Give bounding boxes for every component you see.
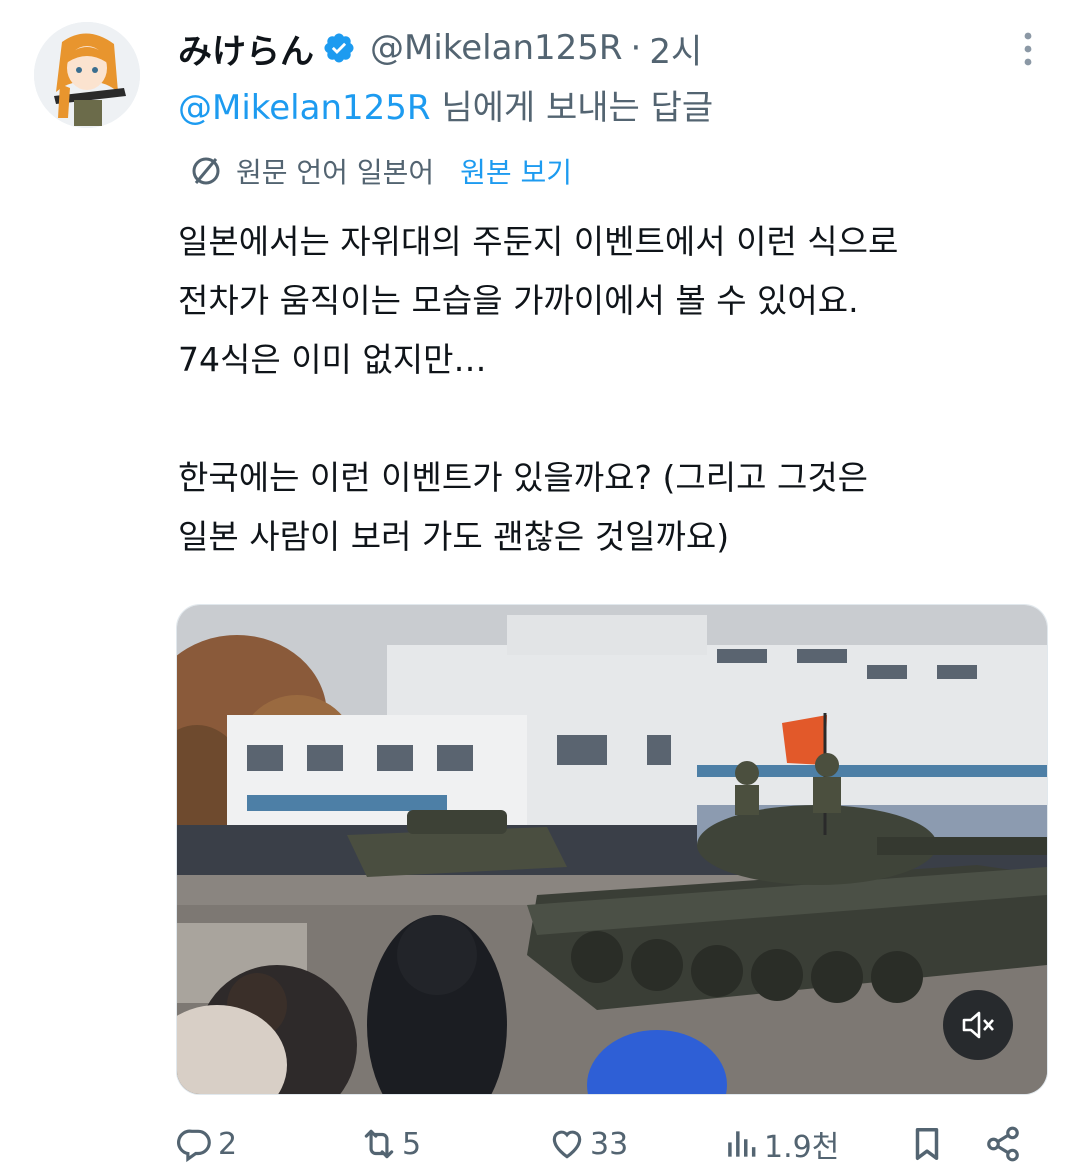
more-options-icon[interactable] xyxy=(1020,30,1036,68)
show-original-link[interactable]: 원본 보기 xyxy=(460,151,572,191)
repost-button[interactable]: 5 xyxy=(360,1118,421,1170)
view-count: 1.9천 xyxy=(764,1130,840,1165)
tweet-line xyxy=(178,389,1058,448)
bookmark-icon xyxy=(915,1128,939,1160)
reply-button[interactable]: 2 xyxy=(176,1118,237,1170)
reply-suffix: 님에게 보내는 답글 xyxy=(430,88,714,128)
mute-button[interactable] xyxy=(943,990,1013,1060)
video-frame xyxy=(177,605,1047,1094)
share-button[interactable] xyxy=(984,1118,1022,1170)
tweet-line: 일본에서는 자위대의 주둔지 이벤트에서 이런 식으로 xyxy=(178,222,899,261)
tweet-line: 한국에는 이런 이벤트가 있을까요? (그리고 그것은 xyxy=(178,458,869,497)
tweet-line: 일본 사람이 보러 가도 괜찮은 것일까요) xyxy=(178,517,730,556)
translation-bar: 원문 언어 일본어 원본 보기 xyxy=(188,148,572,194)
share-icon xyxy=(987,1126,1019,1162)
tweet-line: 전차가 움직이는 모습을 가까이에서 볼 수 있어요. xyxy=(178,281,859,320)
repost-icon xyxy=(364,1129,394,1159)
source-language-label: 원문 언어 일본어 xyxy=(236,156,435,189)
separator-dot: · xyxy=(630,28,642,68)
like-count: 33 xyxy=(590,1126,629,1162)
speaker-muted-icon xyxy=(962,1011,994,1039)
action-bar: 2 5 33 1.9천 xyxy=(176,1118,1036,1170)
display-name[interactable]: みけらん xyxy=(178,24,314,73)
bookmark-button[interactable] xyxy=(908,1118,946,1170)
author-handle[interactable]: @Mikelan125R xyxy=(370,28,623,68)
replying-to: @Mikelan125R 님에게 보내는 답글 xyxy=(178,80,713,129)
avatar[interactable] xyxy=(34,22,140,128)
repost-count: 5 xyxy=(402,1126,422,1162)
reply-count: 2 xyxy=(218,1126,238,1162)
like-button[interactable]: 33 xyxy=(548,1118,628,1170)
verified-badge-icon xyxy=(324,33,354,63)
views-button[interactable]: 1.9천 xyxy=(722,1118,839,1170)
translate-globe-icon xyxy=(192,157,220,185)
heart-icon xyxy=(552,1130,582,1159)
tweet-header: みけらん @Mikelan125R · 2시 xyxy=(178,24,702,72)
analytics-bars-icon xyxy=(728,1131,756,1157)
reply-icon xyxy=(177,1129,211,1163)
video-player[interactable] xyxy=(176,604,1048,1095)
tweet-text: 일본에서는 자위대의 주둔지 이벤트에서 이런 식으로 전차가 움직이는 모습을… xyxy=(178,212,1058,566)
tweet-line: 74식은 이미 없지만… xyxy=(178,340,487,379)
timestamp[interactable]: 2시 xyxy=(649,24,702,73)
reply-mention-link[interactable]: @Mikelan125R xyxy=(178,88,431,128)
